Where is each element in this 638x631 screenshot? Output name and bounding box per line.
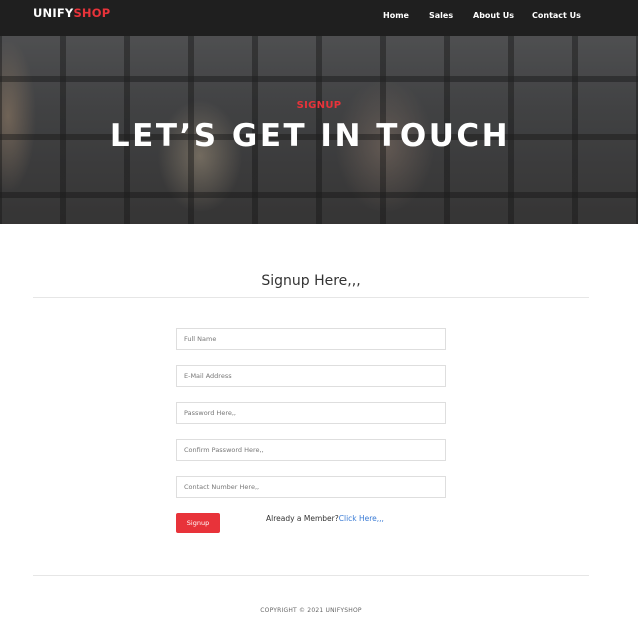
footer-divider: [33, 575, 589, 576]
signup-heading: Signup Here,,,: [261, 273, 361, 289]
copyright-text: COPYRIGHT © 2021 UNIFYSHOP: [260, 607, 362, 614]
contact-number-input[interactable]: [176, 476, 446, 498]
password-input[interactable]: [176, 402, 446, 424]
login-link[interactable]: Click Here,,,: [339, 514, 384, 523]
brand-logo[interactable]: UNIFYSHOP: [33, 6, 110, 20]
navbar: UNIFYSHOP Home Sales About Us Contact Us: [0, 0, 638, 36]
signup-button[interactable]: Signup: [176, 513, 220, 533]
brand-name-part2: SHOP: [73, 6, 111, 20]
nav-item-sales[interactable]: Sales: [429, 11, 453, 20]
email-input[interactable]: [176, 365, 446, 387]
brand-name-part1: UNIFY: [33, 6, 74, 20]
divider: [33, 297, 589, 298]
full-name-input[interactable]: [176, 328, 446, 350]
member-prompt: Already a Member?Click Here,,,: [266, 514, 384, 523]
hero-title: LET’S GET IN TOUCH: [109, 118, 511, 154]
nav-item-contact-us[interactable]: Contact Us: [532, 11, 581, 20]
nav-item-about-us[interactable]: About Us: [473, 11, 514, 20]
hero-banner: SIGNUP LET’S GET IN TOUCH: [0, 36, 638, 224]
confirm-password-input[interactable]: [176, 439, 446, 461]
member-text: Already a Member?: [266, 514, 339, 523]
hero-subtitle: SIGNUP: [296, 100, 342, 111]
nav-item-home[interactable]: Home: [383, 11, 409, 20]
